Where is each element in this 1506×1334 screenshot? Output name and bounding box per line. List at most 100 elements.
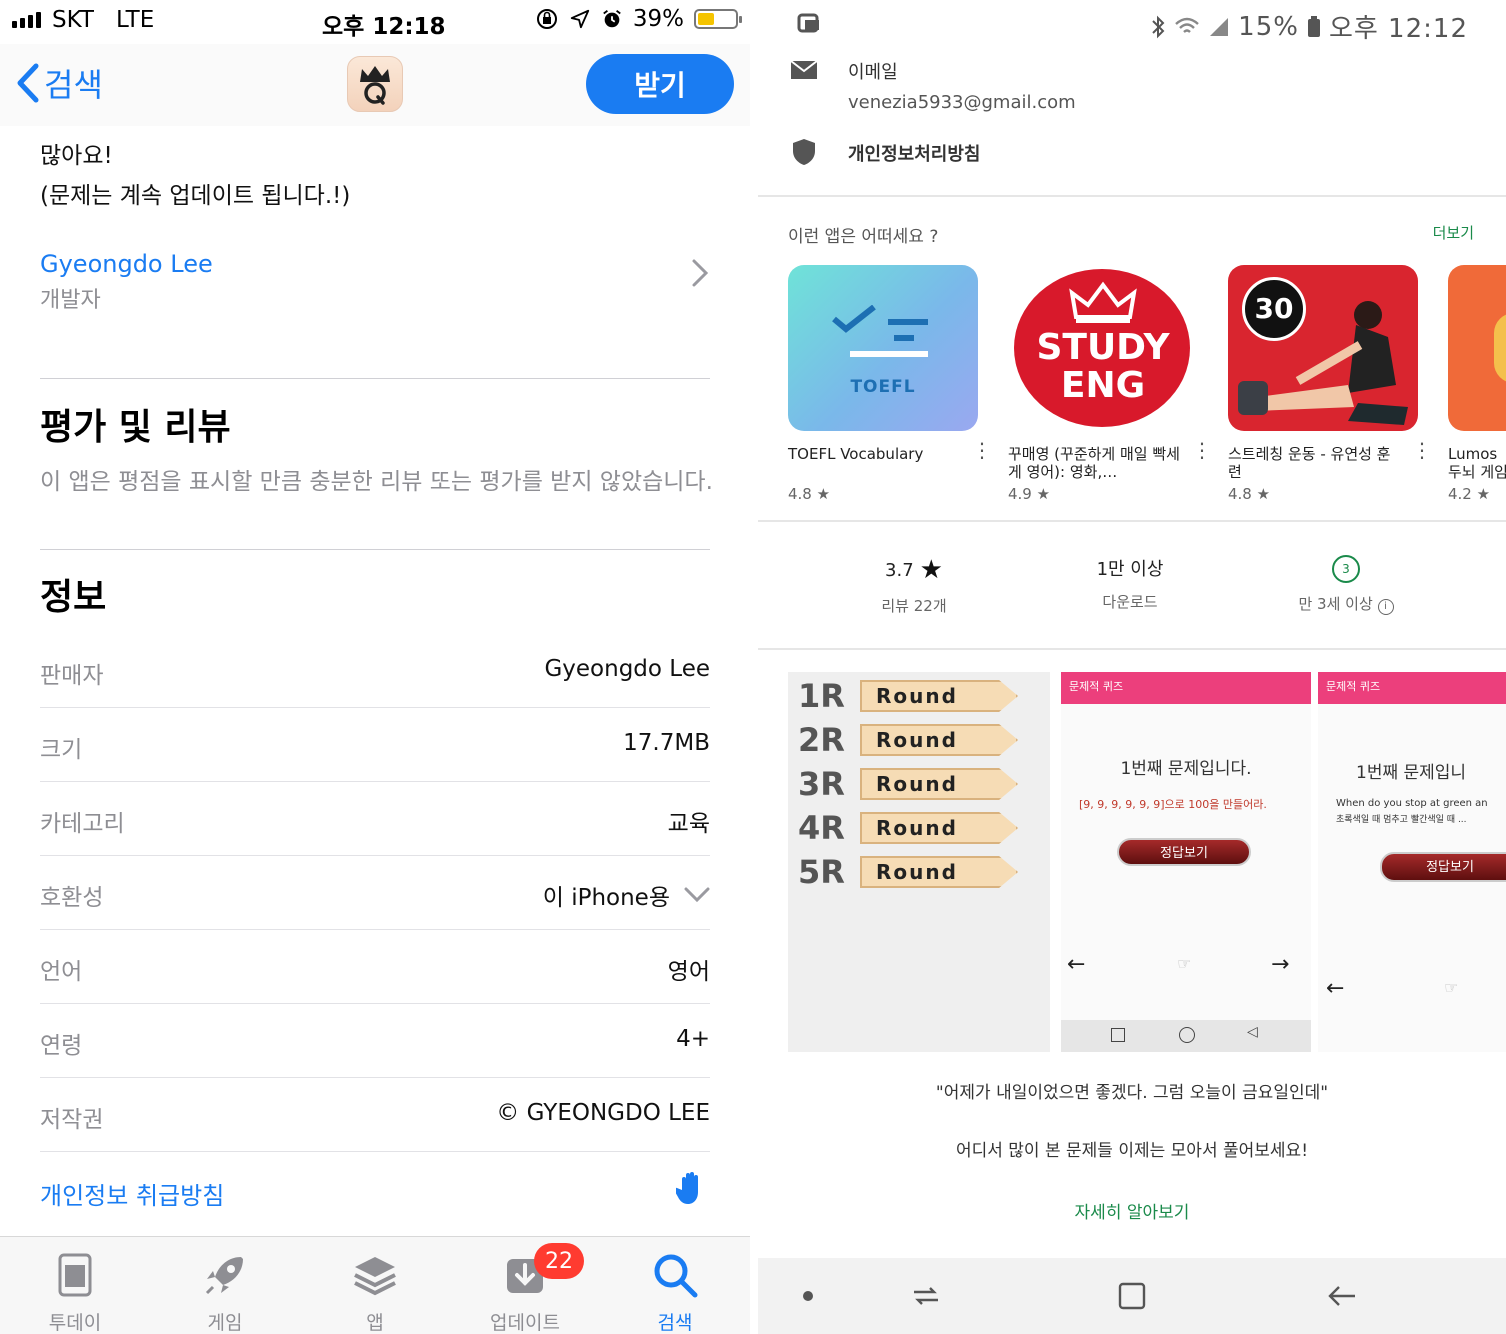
screenshot[interactable]: 1R Round 2R Round 3R Round 4R Round 5R Round <box>788 672 1050 1052</box>
rotation-lock-icon <box>536 9 557 29</box>
review-count: 리뷰 22개 <box>881 597 947 615</box>
email-label: 이메일 <box>848 62 898 83</box>
android-nav-bar <box>758 1258 1506 1334</box>
app-name: Lumos 두뇌 게임 <box>1448 445 1506 481</box>
play-store-screen: 15% 오후 12:12 이메일 venezia5933@gmail.com 개… <box>758 0 1506 1334</box>
quiz-title: 1번째 문제입니 <box>1356 763 1467 783</box>
hand-pointer-icon: ☞ <box>1177 954 1192 973</box>
downloads-value: 1만 이상 <box>1096 559 1164 580</box>
recent-apps-button[interactable] <box>886 1258 966 1334</box>
round-row: 2R Round <box>798 720 1018 760</box>
info-row-copyright: 저작권 © GYEONGDO LEE <box>40 1078 710 1152</box>
similar-app-card[interactable]: Lumos 두뇌 게임 4.2 ★ <box>1448 265 1506 505</box>
more-link[interactable]: 더보기 <box>1433 222 1474 243</box>
home-icon <box>1179 1027 1195 1043</box>
description-quote: "어제가 내일이었으면 좋겠다. 그럼 오늘이 금요일인데" <box>935 1083 1329 1103</box>
alarm-icon <box>603 10 621 28</box>
status-bar: SKT LTE 오후 12:18 39% <box>0 0 750 44</box>
divider <box>758 648 1506 650</box>
checklist-icon <box>832 305 928 357</box>
round-row: 5R Round <box>798 852 1018 892</box>
info-key: 크기 <box>40 737 83 763</box>
tab-games[interactable]: 게임 <box>150 1237 300 1334</box>
sim-icon <box>797 13 819 33</box>
tab-search[interactable]: 검색 <box>600 1237 750 1334</box>
back-button[interactable]: 검색 <box>14 60 103 106</box>
tab-apps[interactable]: 앱 <box>300 1237 450 1334</box>
location-icon <box>570 9 590 29</box>
screenshot-carousel[interactable]: 1R Round 2R Round 3R Round 4R Round 5R Round … <box>788 672 1506 1052</box>
similar-app-card[interactable]: 30 스트레칭 운동 - 유연성 훈련 4.8 ★ ⋮ <box>1228 265 1432 505</box>
quiz-header: 문제적 퀴즈 <box>1061 672 1311 704</box>
round-row: 4R Round <box>798 808 1018 848</box>
divider <box>758 520 1506 522</box>
info-row-age: 연령 4+ <box>40 1004 710 1078</box>
chevron-right-icon[interactable] <box>690 258 710 288</box>
privacy-label: 개인정보처리방침 <box>848 144 981 165</box>
round-label: Round <box>860 680 1018 712</box>
stretching-person-icon <box>1238 301 1408 425</box>
screenshot[interactable]: 문제적 퀴즈 1번째 문제입니 When do you stop at gree… <box>1318 672 1506 1052</box>
android-nav-bar: ◁ <box>1061 1020 1311 1052</box>
app-icon <box>347 56 403 112</box>
screenshot[interactable]: 문제적 퀴즈 1번째 문제입니다. [9, 9, 9, 9, 9, 9]으로 1… <box>1061 672 1311 1052</box>
email-value: venezia5933@gmail.com <box>848 92 1076 113</box>
round-number: 2R <box>798 721 845 759</box>
rocket-icon <box>205 1257 243 1295</box>
nav-bar: 검색 받기 <box>0 44 750 126</box>
description-line: (문제는 계속 업데이트 됩니다.!) <box>40 183 351 209</box>
divider <box>758 195 1506 197</box>
info-title: 정보 <box>40 577 107 618</box>
get-button[interactable]: 받기 <box>586 54 734 114</box>
quiz-subtitle: [9, 9, 9, 9, 9, 9]으로 100을 만들어라. <box>1079 798 1267 811</box>
ratings-title: 평가 및 리뷰 <box>40 407 231 448</box>
age-stat: 3 만 3세 이상 i <box>1236 555 1456 615</box>
info-value: © GYEONGDO LEE <box>496 1100 710 1126</box>
learn-more-link[interactable]: 자세히 알아보기 <box>758 1198 1506 1223</box>
info-row-size: 크기 17.7MB <box>40 708 710 782</box>
round-number: 5R <box>798 853 845 891</box>
description-text: 어디서 많이 본 문제들 이제는 모아서 풀어보세요! <box>955 1141 1309 1161</box>
similar-app-card[interactable]: TOEFL TOEFL Vocabulary 4.8 ★ ⋮ <box>788 265 992 505</box>
network-type: LTE <box>116 7 155 33</box>
back-button[interactable] <box>1302 1258 1382 1334</box>
round-label: Round <box>860 856 1018 888</box>
info-key: 호환성 <box>40 885 104 911</box>
layers-icon <box>354 1257 396 1296</box>
tab-today[interactable]: 투데이 <box>0 1237 150 1334</box>
privacy-policy-link[interactable]: 개인정보 취급방침 <box>40 1176 224 1211</box>
hand-icon[interactable] <box>676 1170 706 1206</box>
developer-link[interactable]: Gyeongdo Lee <box>40 250 213 278</box>
app-icon-text: TOEFL <box>850 377 916 397</box>
info-icon[interactable]: i <box>1377 599 1394 615</box>
overflow-menu-icon[interactable]: ⋮ <box>1412 440 1432 460</box>
round-label: Round <box>860 768 1018 800</box>
downloads-stat: 1만 이상 다운로드 <box>1020 555 1240 612</box>
round-number: 1R <box>798 677 845 715</box>
overflow-menu-icon[interactable]: ⋮ <box>972 440 992 460</box>
panel-gap <box>750 0 758 1334</box>
info-value: 교육 <box>667 811 710 837</box>
recents-icon <box>1111 1028 1125 1042</box>
info-key: 연령 <box>40 1033 83 1059</box>
info-row-compatibility[interactable]: 호환성 이 iPhone용 <box>40 856 710 930</box>
show-answer-button: 정답보기 <box>1117 838 1251 866</box>
age-rating-badge: 3 <box>1332 555 1360 583</box>
app-store-screen: SKT LTE 오후 12:18 39% 검색 받기 많아요! (문제는 계속 … <box>0 0 750 1334</box>
similar-app-card[interactable]: STUDY ENG 꾸매영 (꾸준하게 매일 빡세게 영어): 영화,… 4.9… <box>1008 265 1212 505</box>
info-row-category: 카테고리 교육 <box>40 782 710 856</box>
age-label: 만 3세 이상 <box>1298 595 1373 613</box>
nav-dot-button[interactable] <box>768 1258 848 1334</box>
clock: 오후 12:18 <box>322 14 446 40</box>
arrow-right-icon: → <box>1271 952 1290 977</box>
star-icon: ★ <box>919 555 943 585</box>
home-icon <box>1118 1282 1146 1310</box>
overflow-menu-icon[interactable]: ⋮ <box>1192 440 1212 460</box>
developer-label: 개발자 <box>40 288 101 313</box>
app-icon-text: STUDY <box>1036 327 1170 368</box>
tab-updates[interactable]: 22 업데이트 <box>450 1237 600 1334</box>
home-button[interactable] <box>1092 1258 1172 1334</box>
tab-label: 검색 <box>657 1312 693 1334</box>
chevron-down-icon[interactable] <box>684 886 710 904</box>
quiz-title: 1번째 문제입니다. <box>1120 759 1252 779</box>
